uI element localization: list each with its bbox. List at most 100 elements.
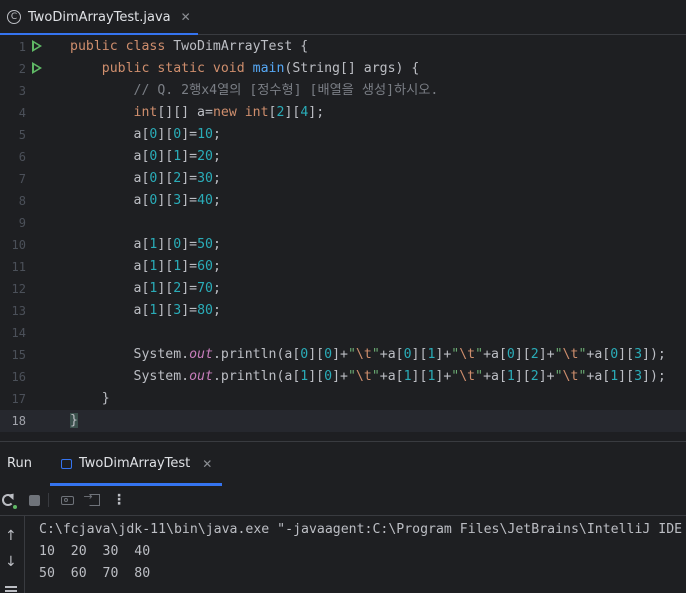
number: 0 (610, 347, 619, 362)
console-side-toolbar: ↑ ↓ (0, 516, 25, 593)
code-line-12[interactable]: 12 a[1][2]=70; (0, 278, 686, 300)
run-tab-title: TwoDimArrayTest (79, 456, 191, 471)
line-number: 18 (11, 414, 26, 428)
code-line-16[interactable]: 16 System.out.println(a[1][0]+"\t"+a[1][… (0, 366, 686, 388)
code-text: ]= (181, 193, 198, 208)
line-number: 16 (11, 370, 26, 384)
run-gutter-icon[interactable] (32, 62, 42, 74)
editor-tab-bar: C TwoDimArrayTest.java ✕ (0, 0, 686, 35)
run-tab-twodimarraytest[interactable]: TwoDimArrayTest ✕ (50, 442, 222, 485)
code-line-15[interactable]: 15 System.out.println(a[0][0]+"\t"+a[0][… (0, 344, 686, 366)
brace: { (300, 39, 309, 54)
line-number: 7 (18, 172, 26, 186)
code-text: a[ (133, 171, 150, 186)
code-text: ][ (157, 237, 174, 252)
line-number: 8 (18, 194, 26, 208)
code-line-3[interactable]: 3 // Q. 2행x4열의 [정수형] [배열을 생성]하시오. (0, 80, 686, 102)
line-number: 14 (11, 326, 26, 340)
static-field: out (189, 369, 213, 384)
console-output[interactable]: ↑ ↓ C:\fcjava\jdk-11\bin\java.exe "-java… (0, 516, 686, 593)
code-text: System. (133, 369, 190, 384)
code-line-14[interactable]: 14 (0, 322, 686, 344)
code-text: .println(a[ (212, 347, 301, 362)
method-name: main (252, 61, 285, 76)
line-number: 10 (11, 238, 26, 252)
code-text: ; (213, 171, 221, 186)
code-line-18[interactable]: 18 } (0, 410, 686, 432)
code-editor[interactable]: 1 public class TwoDimArrayTest { 2 publi… (0, 35, 686, 440)
code-text: ; (213, 149, 221, 164)
code-text: ][ (157, 259, 174, 274)
line-number: 3 (18, 84, 26, 98)
exit-button[interactable] (84, 490, 102, 508)
run-gutter-icon[interactable] (32, 40, 42, 52)
code-line-17[interactable]: 17 } (0, 388, 686, 410)
number: 50 (197, 237, 213, 252)
code-text: ; (213, 259, 221, 274)
stop-button[interactable] (26, 492, 42, 508)
line-number: 11 (11, 260, 26, 274)
code-line-5[interactable]: 5 a[0][0]=10; (0, 124, 686, 146)
code-line-8[interactable]: 8 a[0][3]=40; (0, 190, 686, 212)
code-line-2[interactable]: 2 public static void main(String[] args)… (0, 58, 686, 80)
code-text: ; (213, 237, 221, 252)
code-line-1[interactable]: 1 public class TwoDimArrayTest { (0, 36, 686, 58)
code-line-4[interactable]: 4 int[][] a=new int[2][4]; (0, 102, 686, 124)
code-text: a[ (133, 127, 150, 142)
keyword: public class (70, 39, 174, 54)
code-text: ][ (157, 149, 174, 164)
code-text: ][ (157, 171, 174, 186)
more-options-button[interactable]: ⋮ (111, 492, 127, 508)
code-text: a[ (133, 259, 150, 274)
number: 0 (403, 347, 412, 362)
number: 40 (197, 193, 213, 208)
code-text: ]= (181, 127, 198, 142)
editor-tab-twodimarraytest[interactable]: C TwoDimArrayTest.java ✕ (0, 0, 198, 34)
line-number: 12 (11, 282, 26, 296)
camera-icon (60, 495, 74, 505)
code-text: ][ (157, 303, 174, 318)
more-vertical-icon: ⋮ (112, 492, 126, 508)
code-line-10[interactable]: 10 a[1][0]=50; (0, 234, 686, 256)
console-output-line: 10 20 30 40 (39, 544, 151, 559)
code-text: ][ (284, 105, 301, 120)
code-text: ][ (157, 281, 174, 296)
down-arrow-icon[interactable]: ↓ (5, 554, 17, 570)
up-arrow-icon[interactable]: ↑ (5, 528, 17, 544)
close-icon[interactable]: ✕ (202, 457, 212, 471)
line-number: 2 (18, 62, 26, 76)
code-text: ]= (181, 237, 198, 252)
exit-icon (84, 490, 100, 506)
code-line-11[interactable]: 11 a[1][1]=60; (0, 256, 686, 278)
soft-wrap-icon[interactable] (5, 586, 17, 588)
line-number: 9 (18, 216, 26, 230)
code-text: a[ (133, 193, 150, 208)
code-line-13[interactable]: 13 a[1][3]=80; (0, 300, 686, 322)
number: 60 (197, 259, 213, 274)
number: 0 (300, 347, 309, 362)
number: 80 (197, 303, 213, 318)
code-text: ][ (157, 127, 174, 142)
code-text: ]= (181, 281, 198, 296)
code-line-7[interactable]: 7 a[0][2]=30; (0, 168, 686, 190)
line-number: 1 (18, 40, 26, 54)
code-text: [][] a= (157, 105, 213, 120)
console-output-line: 50 60 70 80 (39, 566, 151, 581)
screenshot-button[interactable] (59, 492, 75, 508)
code-line-6[interactable]: 6 a[0][1]=20; (0, 146, 686, 168)
number: 30 (197, 171, 213, 186)
keyword: int (133, 105, 158, 120)
number: 70 (197, 281, 213, 296)
line-number: 5 (18, 128, 26, 142)
run-label: Run (7, 456, 32, 471)
number: 1 (300, 369, 309, 384)
rerun-button[interactable] (0, 492, 17, 509)
number: 0 (506, 347, 515, 362)
code-text: .println(a[ (212, 369, 301, 384)
code-text: ; (213, 193, 221, 208)
close-icon[interactable]: ✕ (181, 10, 191, 24)
line-number: 4 (18, 106, 26, 120)
code-line-9[interactable]: 9 (0, 212, 686, 234)
keyword: public static void (101, 61, 253, 76)
console-icon (61, 458, 72, 469)
